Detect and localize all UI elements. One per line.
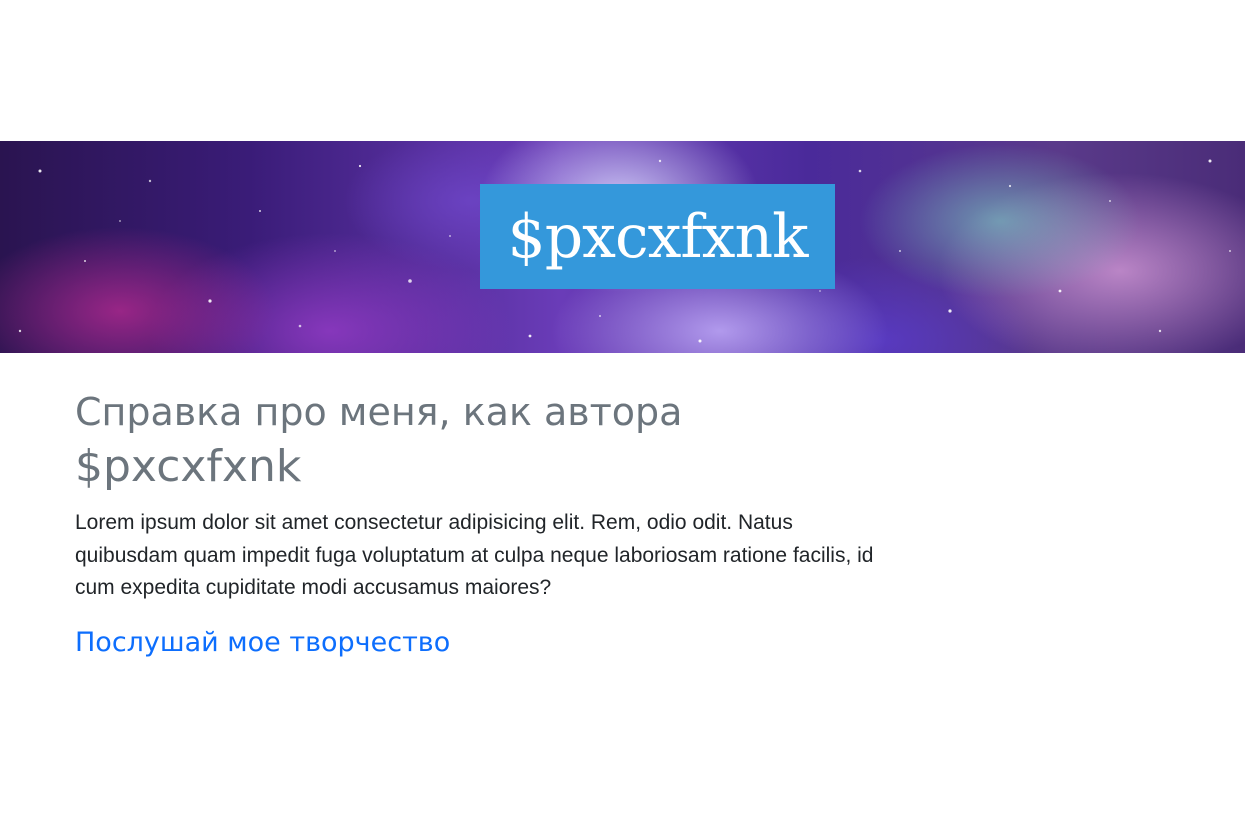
about-heading-line2: $pxcxfxnk xyxy=(75,441,302,492)
about-heading: Справка про меня, как автора $pxcxfxnk xyxy=(75,383,875,493)
about-heading-line1: Справка про меня, как автора xyxy=(75,390,683,434)
about-paragraph: Lorem ipsum dolor sit amet consectetur a… xyxy=(75,511,874,599)
listen-link[interactable]: Послушай мое творчество xyxy=(75,625,450,661)
logo-text: $pxcxfxnk xyxy=(507,201,809,272)
logo-box: $pxcxfxnk xyxy=(480,184,835,289)
about-section: Справка про меня, как автора $pxcxfxnk L… xyxy=(75,383,875,661)
galaxy-banner: $pxcxfxnk xyxy=(0,141,1245,353)
